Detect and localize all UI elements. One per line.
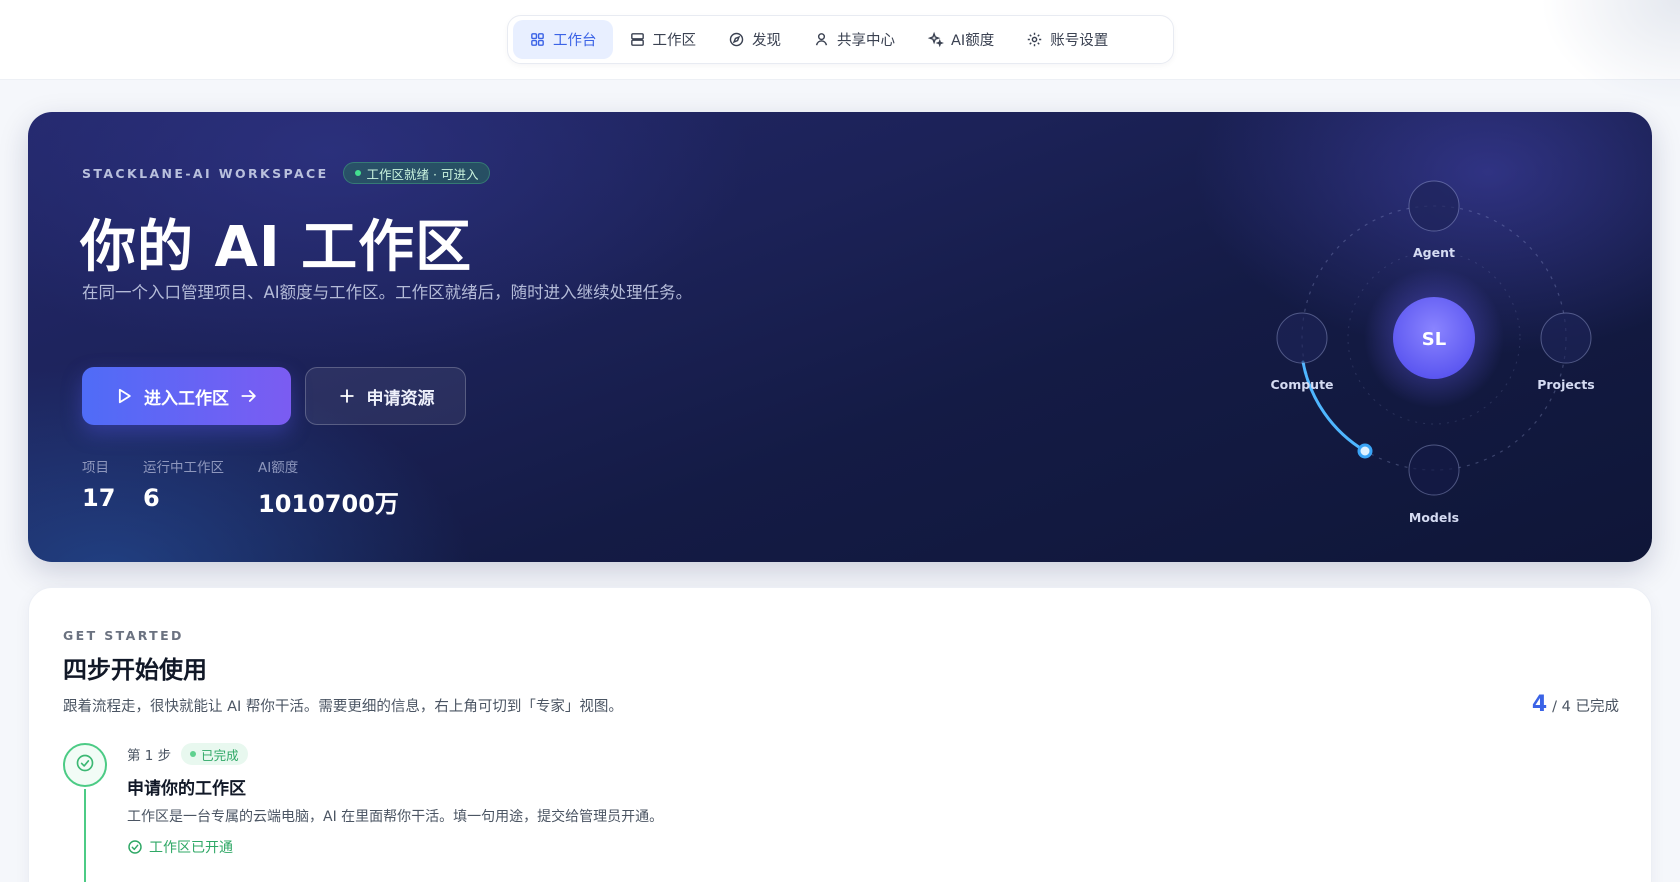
corner-glow: [1540, 0, 1680, 110]
stat-running-workspaces: 运行中工作区 6: [143, 456, 224, 512]
core-label: SL: [1422, 329, 1446, 350]
enter-workspace-label: 进入工作区: [144, 388, 229, 409]
request-resources-button[interactable]: 申请资源: [305, 367, 466, 425]
get-started-eyebrow: GET STARTED: [63, 628, 184, 643]
main-nav: 工作台 工作区 发现 共享中心 AI额度 账号设置: [507, 15, 1174, 64]
get-started-card: GET STARTED 四步开始使用 跟着流程走，很快就能让 AI 帮你干活。需…: [28, 587, 1652, 882]
nav-item-workbench[interactable]: 工作台: [513, 20, 613, 59]
status-dot-icon: [354, 170, 361, 176]
progress-done: 4: [1531, 692, 1548, 717]
check-circle-icon: [75, 753, 95, 777]
stat-label: 项目: [82, 460, 109, 476]
nav-item-label: 工作区: [652, 33, 697, 49]
step-1-header: 第 1 步 已完成: [127, 743, 248, 765]
nav-item-workspace[interactable]: 工作区: [613, 20, 713, 59]
get-started-title: 四步开始使用: [63, 656, 207, 684]
stat-ai-quota: AI额度 1010700万: [258, 456, 399, 519]
nav-item-label: 共享中心: [837, 33, 895, 49]
nav-item-share-center[interactable]: 共享中心: [797, 20, 911, 59]
stat-label: AI额度: [258, 460, 299, 476]
grid-icon: [529, 31, 546, 48]
nav-item-label: AI额度: [951, 33, 995, 49]
server-icon: [629, 31, 646, 48]
stat-value: 17: [82, 484, 116, 512]
top-bar: 工作台 工作区 发现 共享中心 AI额度 账号设置: [0, 0, 1680, 110]
step-number: 第 1 步: [127, 748, 172, 764]
request-resources-label: 申请资源: [366, 388, 435, 409]
nav-item-label: 账号设置: [1050, 33, 1109, 49]
stat-projects: 项目 17: [82, 456, 115, 512]
status-badge-label: 工作区就绪 · 可进入: [366, 166, 479, 182]
stat-label: 运行中工作区: [143, 460, 224, 476]
orbit-node-label: Projects: [1537, 377, 1595, 392]
get-started-description: 跟着流程走，很快就能让 AI 帮你干活。需要更细的信息，右上角可切到「专家」视图…: [63, 699, 623, 715]
progress-counter: 4 / 4 已完成: [1532, 692, 1619, 717]
step-done-badge-label: 已完成: [201, 747, 239, 763]
progress-total: / 4 已完成: [1552, 699, 1619, 715]
orbit-node-label: Models: [1409, 510, 1459, 525]
page-title: 你的 AI 工作区: [80, 215, 473, 280]
enter-workspace-button[interactable]: 进入工作区: [82, 367, 291, 425]
step-connector-line: [84, 789, 86, 882]
step-1-title: 申请你的工作区: [127, 779, 246, 799]
compass-icon: [728, 31, 745, 48]
step-1-indicator: [63, 743, 107, 787]
status-badge: 工作区就绪 · 可进入: [342, 162, 491, 184]
check-circle-icon: [127, 839, 143, 855]
orbit-progress-arc: [1301, 360, 1367, 453]
nav-item-account-settings[interactable]: 账号设置: [1010, 20, 1124, 59]
gear-icon: [1026, 31, 1043, 48]
nav-item-label: 工作台: [553, 33, 597, 49]
orbit-diagram: SL Agent Projects Models Compute: [1270, 180, 1595, 525]
hero-eyebrow: STACKLANE-AI WORKSPACE: [82, 165, 329, 181]
orbit-node-label: Agent: [1413, 245, 1455, 260]
hero-description: 在同一个入口管理项目、AI额度与工作区。工作区就绪后，随时进入继续处理任务。: [82, 283, 693, 302]
orbit-progress-dot: [1357, 443, 1373, 459]
done-dot-icon: [190, 751, 197, 757]
step-1-status-label: 工作区已开通: [149, 840, 233, 856]
hero-banner: STACKLANE-AI WORKSPACE 工作区就绪 · 可进入 你的 AI…: [28, 112, 1652, 562]
orbit-node-compute: [1276, 312, 1328, 364]
step-done-badge: 已完成: [181, 743, 248, 765]
user-icon: [813, 31, 830, 48]
step-1-status: 工作区已开通: [127, 837, 233, 857]
nav-item-label: 发现: [752, 33, 781, 49]
stat-value: 6: [143, 484, 160, 512]
sparkles-icon: [927, 31, 944, 48]
arrow-right-icon: [239, 386, 259, 406]
orbit-node-models: [1408, 444, 1460, 496]
nav-item-ai-quota[interactable]: AI额度: [911, 20, 1010, 59]
plus-icon: [337, 386, 357, 406]
orbit-node-agent: [1408, 180, 1460, 232]
stat-value: 1010700万: [258, 490, 399, 518]
orbit-node-label: Compute: [1270, 377, 1333, 392]
orbit-node-projects: [1540, 312, 1592, 364]
nav-item-discover[interactable]: 发现: [712, 20, 797, 59]
play-icon: [114, 386, 134, 406]
step-1-description: 工作区是一台专属的云端电脑，AI 在里面帮你干活。填一句用途，提交给管理员开通。: [127, 809, 664, 825]
hero-eyebrow-row: STACKLANE-AI WORKSPACE 工作区就绪 · 可进入: [82, 162, 491, 184]
